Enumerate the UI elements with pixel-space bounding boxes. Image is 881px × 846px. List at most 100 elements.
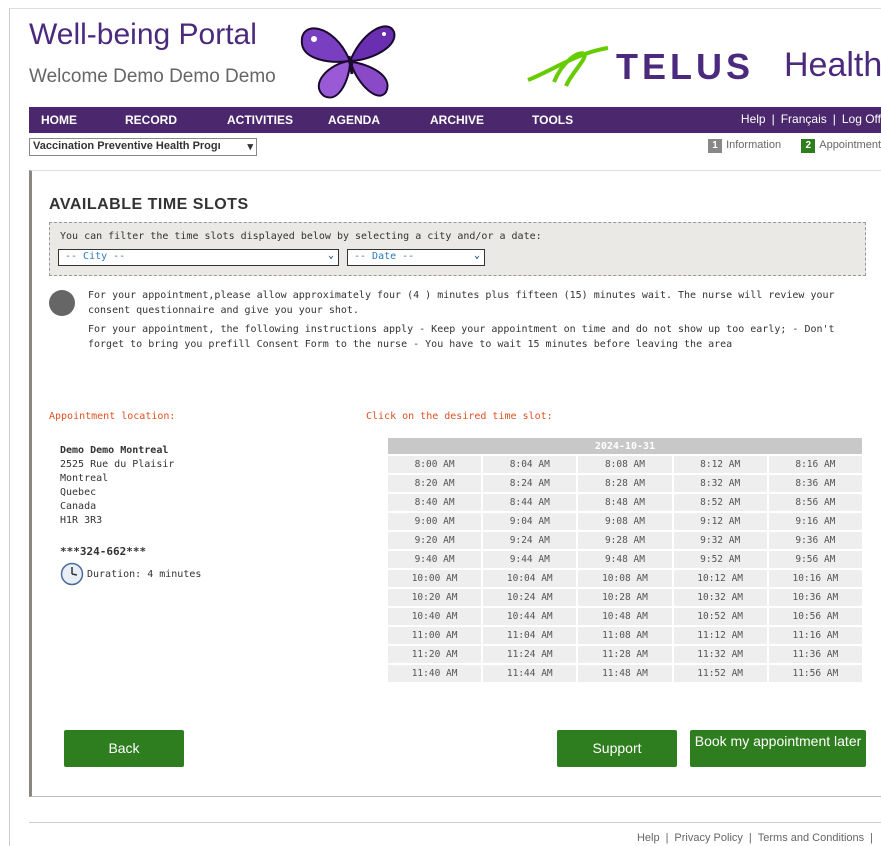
footer-separator: |: [870, 832, 873, 844]
time-slot-button[interactable]: 8:52 AM: [673, 494, 767, 511]
time-slot-button[interactable]: 10:48 AM: [578, 608, 672, 625]
health-brand-text: Health: [784, 46, 881, 84]
time-slot-button[interactable]: 9:16 AM: [768, 513, 862, 530]
nav-language-link[interactable]: Français: [781, 112, 827, 126]
portal-title: Well-being Portal: [29, 18, 257, 51]
time-slot-button[interactable]: 10:08 AM: [578, 570, 672, 587]
nav-utility-links: Help | Français | Log Off: [741, 112, 881, 126]
time-slot-button[interactable]: 11:40 AM: [388, 665, 482, 682]
program-select[interactable]: Vaccination Preventive Health Progı ▾: [29, 138, 257, 156]
time-slot-button[interactable]: 10:04 AM: [483, 570, 577, 587]
time-slot-button[interactable]: 11:52 AM: [673, 665, 767, 682]
time-slot-button[interactable]: 11:24 AM: [483, 646, 577, 663]
time-slot-button[interactable]: 11:16 AM: [768, 627, 862, 644]
time-slot-button[interactable]: 10:36 AM: [768, 589, 862, 606]
nav-archive[interactable]: ARCHIVE: [430, 113, 484, 127]
footer-help-link[interactable]: Help: [637, 832, 660, 844]
time-slot-button[interactable]: 11:44 AM: [483, 665, 577, 682]
slot-row: 9:20 AM 9:24 AM 9:28 AM 9:32 AM 9:36 AM: [388, 532, 862, 549]
time-slot-button[interactable]: 9:32 AM: [673, 532, 767, 549]
time-slot-button[interactable]: 8:20 AM: [388, 475, 482, 492]
time-slot-button[interactable]: 10:12 AM: [673, 570, 767, 587]
time-slot-button[interactable]: 11:56 AM: [768, 665, 862, 682]
time-slot-button[interactable]: 10:56 AM: [768, 608, 862, 625]
nav-agenda[interactable]: AGENDA: [328, 113, 380, 127]
time-slot-button[interactable]: 10:28 AM: [578, 589, 672, 606]
time-slot-button[interactable]: 9:08 AM: [578, 513, 672, 530]
location-street: 2525 Rue du Plaisir: [60, 459, 175, 470]
program-select-value: Vaccination Preventive Health Progı: [33, 140, 221, 152]
time-slot-button[interactable]: 9:56 AM: [768, 551, 862, 568]
time-slot-button[interactable]: 9:40 AM: [388, 551, 482, 568]
time-slot-button[interactable]: 11:28 AM: [578, 646, 672, 663]
header: Well-being Portal Welcome Demo Demo Demo…: [29, 14, 881, 104]
telus-swoosh-icon: [527, 46, 609, 87]
time-slot-button[interactable]: 9:24 AM: [483, 532, 577, 549]
time-slot-button[interactable]: 11:36 AM: [768, 646, 862, 663]
time-slot-button[interactable]: 8:32 AM: [673, 475, 767, 492]
time-slot-button[interactable]: 9:20 AM: [388, 532, 482, 549]
time-slot-button[interactable]: 9:04 AM: [483, 513, 577, 530]
time-slot-button[interactable]: 11:08 AM: [578, 627, 672, 644]
time-slot-button[interactable]: 11:48 AM: [578, 665, 672, 682]
time-slot-button[interactable]: 11:20 AM: [388, 646, 482, 663]
time-slot-button[interactable]: 11:32 AM: [673, 646, 767, 663]
nav-record[interactable]: RECORD: [125, 113, 177, 127]
filter-instructions: You can filter the time slots displayed …: [60, 231, 542, 242]
time-slot-button[interactable]: 8:16 AM: [768, 456, 862, 473]
nav-logoff-link[interactable]: Log Off: [842, 112, 881, 126]
duration-info: Duration: 4 minutes: [60, 562, 201, 586]
time-slot-button[interactable]: 8:08 AM: [578, 456, 672, 473]
step-1-badge: 1: [708, 139, 723, 153]
location-province: Quebec: [60, 487, 97, 498]
time-slot-button[interactable]: 9:28 AM: [578, 532, 672, 549]
date-select[interactable]: -- Date -- ⌄: [347, 249, 485, 266]
back-button[interactable]: Back: [64, 730, 184, 767]
time-slot-button[interactable]: 10:52 AM: [673, 608, 767, 625]
time-slot-button[interactable]: 11:00 AM: [388, 627, 482, 644]
support-button[interactable]: Support: [557, 730, 677, 767]
time-slot-button[interactable]: 9:12 AM: [673, 513, 767, 530]
footer-privacy-link[interactable]: Privacy Policy: [674, 832, 742, 844]
footer-terms-link[interactable]: Terms and Conditions: [758, 832, 864, 844]
chevron-down-icon: ▾: [247, 141, 253, 153]
time-slot-button[interactable]: 9:44 AM: [483, 551, 577, 568]
nav-activities[interactable]: ACTIVITIES: [227, 113, 293, 127]
nav-help-link[interactable]: Help: [741, 112, 766, 126]
time-slot-button[interactable]: 8:04 AM: [483, 456, 577, 473]
time-slot-button[interactable]: 10:16 AM: [768, 570, 862, 587]
time-slot-button[interactable]: 9:48 AM: [578, 551, 672, 568]
time-slot-button[interactable]: 10:44 AM: [483, 608, 577, 625]
time-slot-button[interactable]: 10:20 AM: [388, 589, 482, 606]
time-slot-button[interactable]: 10:00 AM: [388, 570, 482, 587]
time-slot-button[interactable]: 9:00 AM: [388, 513, 482, 530]
location-country: Canada: [60, 501, 97, 512]
time-slot-button[interactable]: 11:12 AM: [673, 627, 767, 644]
time-slot-button[interactable]: 8:12 AM: [673, 456, 767, 473]
city-select[interactable]: -- City -- ⌄: [58, 249, 339, 266]
time-slot-button[interactable]: 8:36 AM: [768, 475, 862, 492]
duration-text: Duration: 4 minutes: [87, 569, 202, 580]
nav-home[interactable]: HOME: [41, 113, 77, 127]
location-postal: H1R 3R3: [60, 515, 103, 526]
nav-tools[interactable]: TOOLS: [532, 113, 573, 127]
location-city: Montreal: [60, 473, 109, 484]
time-slot-button[interactable]: 8:24 AM: [483, 475, 577, 492]
time-slot-button[interactable]: 8:00 AM: [388, 456, 482, 473]
footer-separator: |: [665, 832, 669, 844]
time-slot-button[interactable]: 9:36 AM: [768, 532, 862, 549]
time-slot-button[interactable]: 11:04 AM: [483, 627, 577, 644]
time-slot-button[interactable]: 8:48 AM: [578, 494, 672, 511]
slot-row: 10:00 AM 10:04 AM 10:08 AM 10:12 AM 10:16 AM: [388, 570, 862, 587]
time-slot-button[interactable]: 8:40 AM: [388, 494, 482, 511]
time-slot-button[interactable]: 9:52 AM: [673, 551, 767, 568]
location-phone: ***324-662***: [60, 545, 147, 558]
slot-date-header: 2024-10-31: [388, 438, 862, 454]
time-slot-button[interactable]: 10:24 AM: [483, 589, 577, 606]
time-slot-button[interactable]: 8:28 AM: [578, 475, 672, 492]
time-slot-button[interactable]: 10:40 AM: [388, 608, 482, 625]
time-slot-button[interactable]: 8:44 AM: [483, 494, 577, 511]
book-later-button[interactable]: Book my appointment later: [690, 730, 866, 767]
time-slot-button[interactable]: 10:32 AM: [673, 589, 767, 606]
time-slot-button[interactable]: 8:56 AM: [768, 494, 862, 511]
